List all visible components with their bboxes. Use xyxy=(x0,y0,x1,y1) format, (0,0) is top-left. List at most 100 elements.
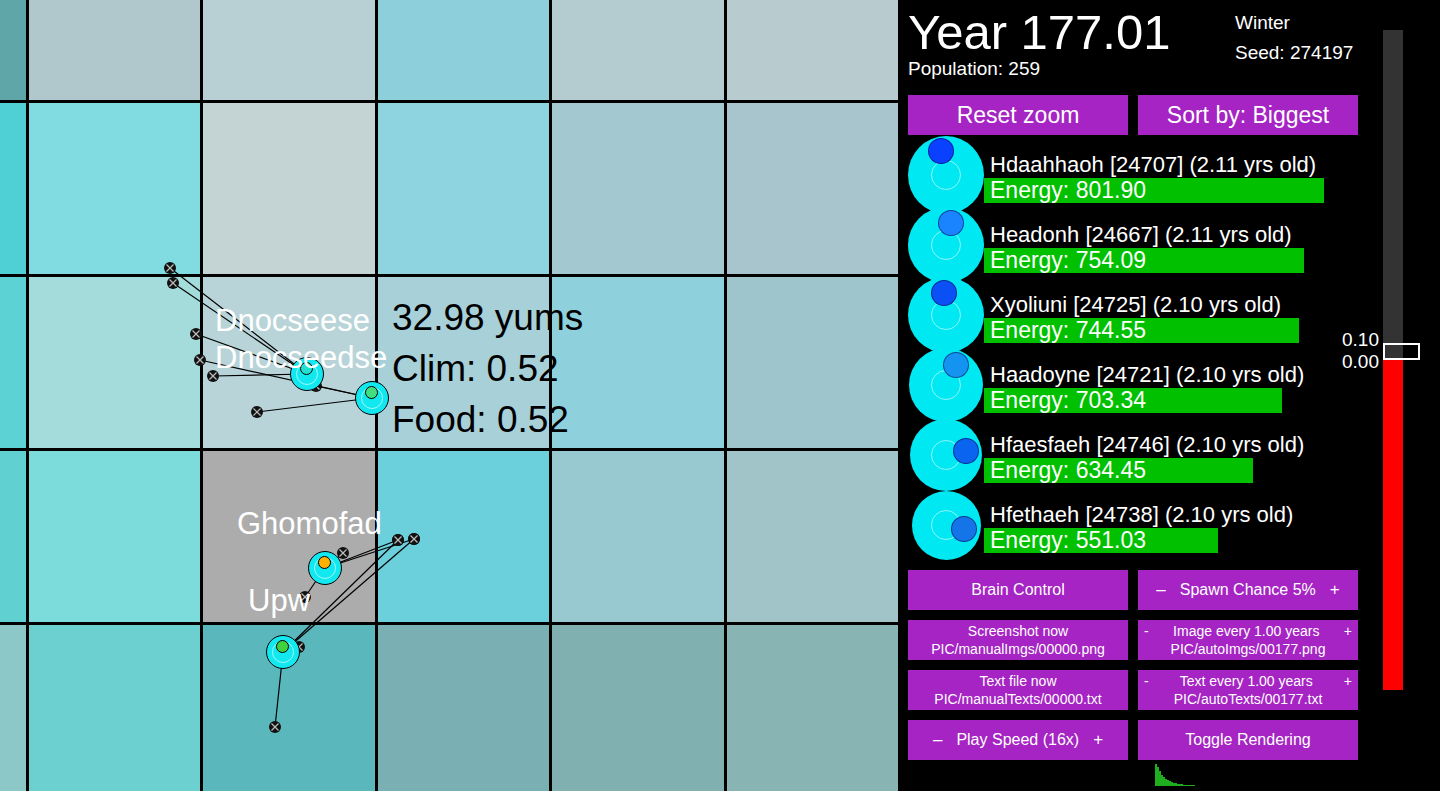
map-tile[interactable] xyxy=(29,625,200,791)
energy-text: Energy: 551.03 xyxy=(984,527,1146,553)
creature-row[interactable]: Hfaesfaeh [24746] (2.10 yrs old)Energy: … xyxy=(908,420,1378,490)
map-tile[interactable] xyxy=(0,451,26,622)
row-text: Hfaesfaeh [24746] (2.10 yrs old)Energy: … xyxy=(984,420,1364,490)
map-tile[interactable] xyxy=(552,625,723,791)
histogram-bar xyxy=(1157,767,1159,786)
creature-name: Headonh [24667] (2.11 yrs old) xyxy=(984,222,1364,248)
plus-button[interactable]: + xyxy=(1344,672,1352,690)
map-tile[interactable] xyxy=(0,625,26,791)
creature-row[interactable]: Xyoliuni [24725] (2.10 yrs old)Energy: 7… xyxy=(908,280,1378,350)
map-tile[interactable] xyxy=(378,451,549,622)
map-tile[interactable] xyxy=(0,0,26,100)
control-button[interactable]: Text file nowPIC/manualTexts/00000.txt xyxy=(908,670,1128,710)
panel-main: Year 177.01Population: 259WinterSeed: 27… xyxy=(898,0,1378,791)
creature-icon xyxy=(909,348,983,422)
control-button[interactable]: Screenshot nowPIC/manualImgs/00000.png xyxy=(908,620,1128,660)
creature-icon xyxy=(908,207,984,283)
control-button[interactable]: -Image every 1.00 years+PIC/autoImgs/001… xyxy=(1138,620,1358,660)
slider-track[interactable]: 0.100.00 xyxy=(1383,30,1403,690)
plus-button[interactable]: + xyxy=(1344,622,1352,640)
control-path: PIC/autoTexts/00177.txt xyxy=(1174,690,1323,708)
mouth-icon xyxy=(951,516,977,542)
mouth-dot xyxy=(276,640,289,653)
histogram-bar xyxy=(1159,771,1161,786)
histogram-bar xyxy=(1169,781,1171,786)
minus-button[interactable]: - xyxy=(1144,672,1149,690)
map-tile[interactable] xyxy=(0,103,26,274)
top-button[interactable]: Reset zoom xyxy=(908,95,1128,135)
world-map[interactable]: DnocseeseDnocseedseGhomofadUpw32.98 yums… xyxy=(0,0,898,791)
control-button[interactable]: Toggle Rendering xyxy=(1138,720,1358,760)
control-button[interactable]: Brain Control xyxy=(908,570,1128,610)
energy-text: Energy: 634.45 xyxy=(984,457,1146,483)
map-tile[interactable] xyxy=(727,451,898,622)
creature-icon xyxy=(910,419,982,491)
creature-row[interactable]: Hdaahhaoh [24707] (2.11 yrs old)Energy: … xyxy=(908,140,1378,210)
map-tile[interactable] xyxy=(727,625,898,791)
energy-text: Energy: 801.90 xyxy=(984,177,1146,203)
map-tile[interactable] xyxy=(552,0,723,100)
creature-row[interactable]: Headonh [24667] (2.11 yrs old)Energy: 75… xyxy=(908,210,1378,280)
plus-button[interactable]: + xyxy=(1330,580,1340,600)
histogram-bar xyxy=(1171,782,1173,786)
tile-info-line: Food: 0.52 xyxy=(392,394,583,445)
map-tile[interactable] xyxy=(203,0,374,100)
minus-button[interactable]: – xyxy=(1156,580,1165,600)
map-tile[interactable] xyxy=(29,0,200,100)
histogram-bar xyxy=(1183,785,1185,786)
map-tile[interactable] xyxy=(0,277,26,448)
slider-handle[interactable] xyxy=(1383,343,1420,360)
map-tile[interactable] xyxy=(378,0,549,100)
sensor-icon xyxy=(167,277,179,289)
map-tile[interactable] xyxy=(552,451,723,622)
avatar-cell xyxy=(908,350,984,420)
minus-button[interactable]: – xyxy=(933,730,942,750)
slider[interactable]: 0.100.00 xyxy=(1378,0,1440,791)
map-tile[interactable] xyxy=(29,277,200,448)
creature-label: Ghomofad xyxy=(237,506,382,541)
row-text: Headonh [24667] (2.11 yrs old)Energy: 75… xyxy=(984,210,1364,280)
control-label: Text every 1.00 years xyxy=(1180,672,1313,690)
creature-row[interactable]: Hfethaeh [24738] (2.10 yrs old)Energy: 5… xyxy=(908,490,1378,560)
map-tile[interactable] xyxy=(727,103,898,274)
row-text: Xyoliuni [24725] (2.10 yrs old)Energy: 7… xyxy=(984,280,1364,350)
map-tile[interactable] xyxy=(29,451,200,622)
creature-label: Upw xyxy=(248,583,310,618)
map-tile[interactable] xyxy=(378,103,549,274)
tile-grid xyxy=(0,0,898,791)
sensor-icon xyxy=(408,533,420,545)
seed: Seed: 274197 xyxy=(1235,38,1353,68)
sensor-icon xyxy=(190,328,202,340)
control-label: Toggle Rendering xyxy=(1185,730,1310,750)
creature[interactable] xyxy=(308,551,342,585)
creature[interactable] xyxy=(355,381,389,415)
energy-histogram xyxy=(1155,764,1199,786)
top-button[interactable]: Sort by: Biggest xyxy=(1138,95,1358,135)
minus-button[interactable]: - xyxy=(1144,622,1149,640)
control-button[interactable]: –Spawn Chance 5%+ xyxy=(1138,570,1358,610)
histogram-bar xyxy=(1173,783,1175,786)
slider-label: 0.10 xyxy=(1342,330,1379,350)
map-tile[interactable] xyxy=(29,103,200,274)
energy-bar: Energy: 744.55 xyxy=(984,318,1364,343)
map-tile[interactable] xyxy=(203,103,374,274)
control-label: Brain Control xyxy=(971,580,1064,600)
control-button[interactable]: –Play Speed (16x)+ xyxy=(908,720,1128,760)
creature-name: Xyoliuni [24725] (2.10 yrs old) xyxy=(984,292,1364,318)
creature-row[interactable]: Haadoyne [24721] (2.10 yrs old)Energy: 7… xyxy=(908,350,1378,420)
mouth-icon xyxy=(931,280,957,306)
avatar-cell xyxy=(908,280,984,350)
map-tile[interactable] xyxy=(727,0,898,100)
creature[interactable] xyxy=(266,635,300,669)
creature-label: Dnocseese xyxy=(215,303,370,338)
control-button[interactable]: - Text every 1.00 years + PIC/autoTexts/001… xyxy=(1138,670,1358,710)
avatar-cell xyxy=(908,420,984,490)
creature-label: Dnocseedse xyxy=(215,340,387,375)
map-tile[interactable] xyxy=(552,103,723,274)
map-tile[interactable] xyxy=(378,625,549,791)
energy-text: Energy: 703.34 xyxy=(984,387,1146,413)
plus-button[interactable]: + xyxy=(1093,730,1103,750)
map-tile[interactable] xyxy=(727,277,898,448)
mouth-icon xyxy=(928,138,954,164)
population: Population: 259 xyxy=(908,58,1235,80)
